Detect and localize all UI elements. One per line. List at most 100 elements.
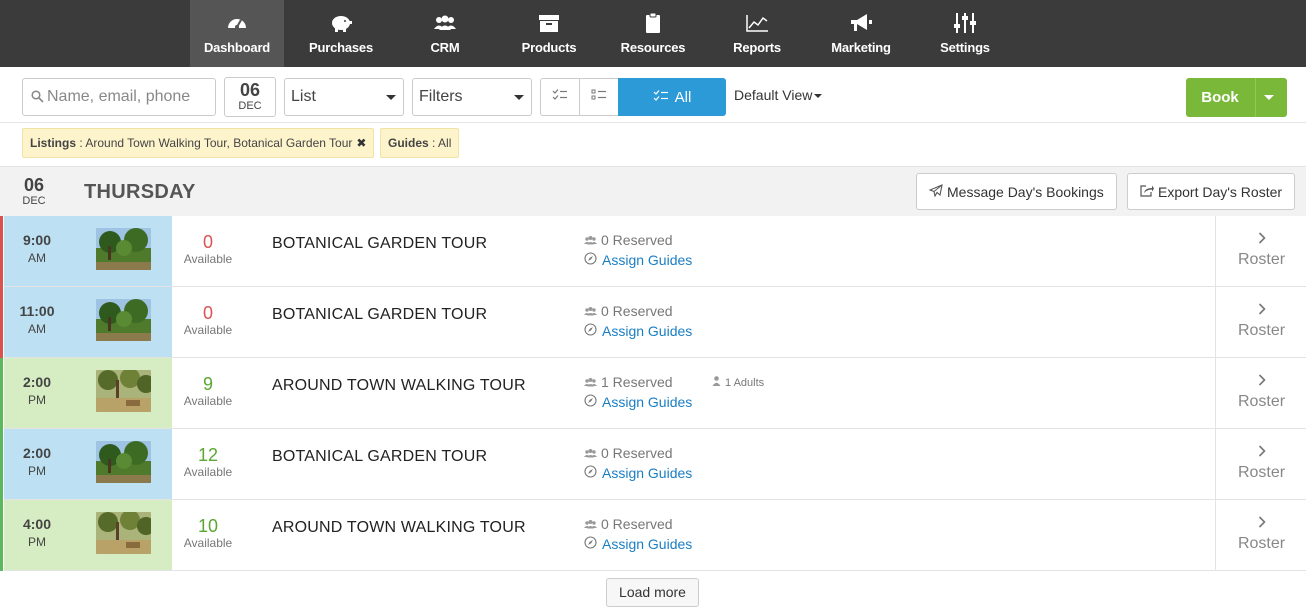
row-time: 11:00 — [19, 303, 55, 319]
archive-box-icon — [502, 12, 596, 34]
search-input[interactable] — [47, 79, 213, 115]
checklist-icon — [552, 88, 568, 106]
users-icon — [584, 232, 601, 248]
row-ampm: PM — [28, 464, 46, 478]
default-view-dropdown[interactable]: Default View — [734, 87, 823, 103]
default-view-label: Default View — [734, 87, 813, 103]
compass-icon — [584, 536, 602, 552]
status-color-bar — [0, 287, 3, 358]
users-icon — [584, 374, 601, 390]
roster-label: Roster — [1237, 322, 1286, 339]
time-cell: 4:00 PM — [4, 500, 172, 570]
adults-text: 1 Adults — [725, 376, 765, 389]
close-icon[interactable]: ✖ — [356, 136, 366, 150]
available-count: 10 — [197, 516, 219, 536]
chevron-right-icon — [1258, 302, 1266, 320]
nav-reports[interactable]: Reports — [710, 0, 804, 67]
message-day-bookings-button[interactable]: Message Day's Bookings — [916, 173, 1117, 210]
tour-thumbnail — [96, 370, 151, 412]
day-number: 06 — [23, 175, 45, 195]
filters-select[interactable]: Filters — [412, 78, 532, 116]
tour-title[interactable]: AROUND TOWN WALKING TOUR — [272, 519, 526, 537]
day-month: DEC — [22, 195, 46, 207]
available-label: Available — [183, 465, 233, 479]
day-header: 06 DEC THURSDAY Message Day's Bookings E… — [0, 166, 1306, 216]
search-box[interactable] — [22, 78, 216, 116]
reserved-text: 1 Reserved — [601, 374, 673, 390]
weekday-title: THURSDAY — [84, 181, 196, 203]
time-cell: 2:00 PM — [4, 358, 172, 428]
nav-marketing[interactable]: Marketing — [814, 0, 908, 67]
assign-guides-label: Assign Guides — [602, 536, 693, 552]
list-bullet-icon — [591, 88, 607, 106]
roster-label: Roster — [1237, 251, 1286, 268]
clipboard-icon — [606, 12, 700, 34]
time-cell: 2:00 PM — [4, 429, 172, 499]
nav-label: Products — [521, 40, 577, 55]
nav-dashboard[interactable]: Dashboard — [190, 0, 284, 67]
nav-products[interactable]: Products — [502, 0, 596, 67]
roster-button[interactable]: Roster — [1215, 429, 1306, 499]
chevron-down-icon — [514, 95, 524, 100]
tour-row[interactable]: 2:00 PM 9 Available AROUND TOWN WALKING TOUR… — [0, 358, 1306, 429]
filters-value: Filters — [419, 88, 463, 105]
listings-filter-chip[interactable]: Listings : Around Town Walking Tour, Bot… — [22, 128, 375, 158]
nav-settings[interactable]: Settings — [918, 0, 1012, 67]
available-count: 0 — [202, 232, 213, 252]
nav-label: Settings — [940, 40, 990, 55]
assign-guides-link[interactable]: Assign Guides — [584, 394, 692, 410]
roster-label: Roster — [1237, 393, 1286, 410]
book-button[interactable]: Book — [1186, 78, 1254, 117]
export-icon — [1140, 184, 1158, 200]
checklist-view-button[interactable] — [540, 78, 580, 116]
tour-title[interactable]: BOTANICAL GARDEN TOUR — [272, 235, 487, 253]
tour-row[interactable]: 4:00 PM 10 Available AROUND TOWN WALKING TOU… — [0, 500, 1306, 571]
assign-guides-link[interactable]: Assign Guides — [584, 252, 692, 268]
all-view-button[interactable]: All — [618, 78, 726, 116]
users-icon — [398, 12, 492, 34]
tour-title[interactable]: BOTANICAL GARDEN TOUR — [272, 306, 487, 324]
list-view-button[interactable] — [579, 78, 619, 116]
roster-button[interactable]: Roster — [1215, 500, 1306, 570]
load-more-button[interactable]: Load more — [606, 578, 699, 607]
chevron-right-icon — [1258, 231, 1266, 249]
book-button-divider — [1255, 78, 1256, 117]
roster-button[interactable]: Roster — [1215, 216, 1306, 286]
view-mode-select[interactable]: List — [284, 78, 404, 116]
chevron-down-icon[interactable] — [1264, 95, 1274, 100]
tour-title[interactable]: AROUND TOWN WALKING TOUR — [272, 377, 526, 395]
chip-value: : Around Town Walking Tour, Botanical Ga… — [76, 136, 353, 150]
assign-guides-link[interactable]: Assign Guides — [584, 536, 692, 552]
top-navigation-bar: Dashboard Purchases CRM Products Resourc… — [0, 0, 1306, 67]
tour-title[interactable]: BOTANICAL GARDEN TOUR — [272, 448, 487, 466]
roster-label: Roster — [1237, 464, 1286, 481]
tour-thumbnail — [96, 228, 151, 270]
available-count: 0 — [202, 303, 213, 323]
roster-button[interactable]: Roster — [1215, 287, 1306, 357]
dashboard-gauge-icon — [190, 12, 284, 34]
row-ampm: AM — [28, 251, 46, 265]
tour-thumbnail — [96, 512, 151, 554]
assign-guides-link[interactable]: Assign Guides — [584, 323, 692, 339]
export-day-roster-button[interactable]: Export Day's Roster — [1127, 173, 1295, 210]
all-view-label: All — [674, 88, 692, 106]
nav-resources[interactable]: Resources — [606, 0, 700, 67]
chevron-right-icon — [1258, 515, 1266, 533]
reserved-count: 0 Reserved — [584, 445, 673, 461]
row-time: 2:00 — [22, 374, 52, 390]
tour-row[interactable]: 9:00 AM 0 Available BOTANICAL GARDEN TOUR 0 R… — [0, 216, 1306, 287]
roster-button[interactable]: Roster — [1215, 358, 1306, 428]
tour-row[interactable]: 2:00 PM 12 Available BOTANICAL GARDEN TOUR 0 … — [0, 429, 1306, 500]
nav-purchases[interactable]: Purchases — [294, 0, 388, 67]
reserved-text: 0 Reserved — [601, 303, 673, 319]
chevron-down-icon — [386, 95, 396, 100]
chip-key: Guides — [388, 136, 429, 150]
day-date: 06 DEC — [14, 175, 54, 207]
date-picker[interactable]: 06 DEC — [224, 77, 276, 117]
nav-crm[interactable]: CRM — [398, 0, 492, 67]
tour-row[interactable]: 11:00 AM 0 Available BOTANICAL GARDEN TOUR 0 … — [0, 287, 1306, 358]
guides-filter-chip[interactable]: Guides : All — [380, 128, 460, 158]
view-mode-value: List — [291, 88, 316, 105]
chevron-right-icon — [1258, 444, 1266, 462]
assign-guides-link[interactable]: Assign Guides — [584, 465, 692, 481]
